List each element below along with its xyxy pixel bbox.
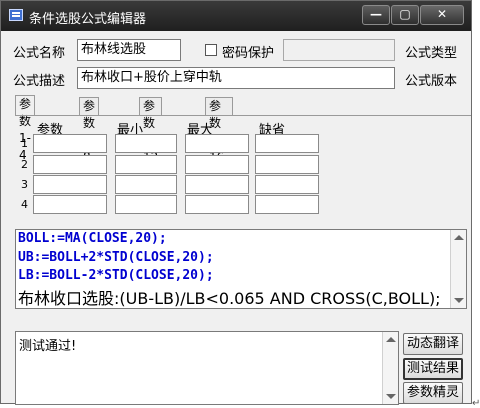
close-button[interactable]: ✕ — [420, 5, 464, 25]
param-wizard-button[interactable]: 参数精灵 — [403, 382, 463, 404]
password-protect-label: 密码保护 — [222, 46, 275, 61]
param-row-number: 3 — [21, 178, 28, 191]
param-2-max-cell[interactable] — [185, 155, 249, 174]
editor-scrollbar[interactable] — [450, 230, 466, 308]
param-4-name-cell[interactable] — [33, 195, 107, 214]
param-row-number: 4 — [21, 198, 28, 211]
formula-editor-window: 条件选股公式编辑器 — ▢ ✕ 公式名称 布林线选股 密码保护 公式类型 公式描… — [0, 0, 472, 405]
param-2-default-cell[interactable] — [255, 155, 319, 174]
param-1-name-cell[interactable] — [33, 134, 107, 153]
param-2-min-cell[interactable] — [115, 155, 177, 174]
formula-version-label: 公式版本 — [405, 74, 458, 89]
code-line: 布林收口选股:(UB-LB)/LB<0.065 AND CROSS(C,BOLL… — [18, 285, 441, 308]
code-line: LB:=BOLL-2*STD(CLOSE,20); — [18, 268, 214, 283]
code-line: UB:=BOLL+2*STD(CLOSE,20); — [18, 250, 214, 265]
test-result-button[interactable]: 测试结果 — [403, 358, 463, 380]
param-row-number: 2 — [21, 158, 28, 171]
formula-type-label: 公式类型 — [405, 46, 458, 61]
tab-params-5-8[interactable]: 参数5-8 — [79, 97, 100, 164]
param-4-default-cell[interactable] — [255, 195, 319, 214]
scroll-down-icon[interactable] — [454, 298, 464, 303]
code-token: LB:=BOLL-2*STD(CLOSE,20); — [18, 268, 214, 283]
param-row-number: 1 — [21, 137, 28, 150]
param-1-default-cell[interactable] — [255, 134, 319, 153]
dynamic-translate-button[interactable]: 动态翻译 — [403, 333, 463, 355]
param-1-min-cell[interactable] — [115, 134, 177, 153]
formula-description-input[interactable]: 布林收口+股价上穿中轨 — [77, 67, 395, 89]
test-output-panel[interactable]: 测试通过! — [15, 331, 399, 405]
formula-description-label: 公式描述 — [13, 74, 66, 89]
tab-params-13-16[interactable]: 参数13-16 — [205, 97, 233, 164]
scroll-up-icon[interactable] — [386, 337, 396, 342]
output-scrollbar[interactable] — [382, 332, 398, 404]
return-mark: ↵ — [472, 398, 480, 408]
scroll-up-icon[interactable] — [454, 235, 464, 240]
code-token: 布林收口选股:(UB-LB)/LB<0.065 AND CROSS(C,BOLL… — [18, 289, 441, 308]
app-icon — [9, 9, 23, 21]
formula-code-editor[interactable]: BOLL:=MA(CLOSE,20); UB:=BOLL+2*STD(CLOSE… — [15, 229, 467, 309]
param-3-max-cell[interactable] — [185, 175, 249, 194]
param-4-max-cell[interactable] — [185, 195, 249, 214]
code-line: BOLL:=MA(CLOSE,20); — [18, 231, 167, 246]
minimize-button[interactable]: — — [362, 5, 390, 25]
tab-params-9-12[interactable]: 参数9-12 — [139, 97, 163, 164]
test-output-message: 测试通过! — [19, 339, 77, 354]
param-1-max-cell[interactable] — [185, 134, 249, 153]
param-4-min-cell[interactable] — [115, 195, 177, 214]
scroll-down-icon[interactable] — [386, 394, 396, 399]
formula-name-label: 公式名称 — [13, 46, 66, 61]
code-token: BOLL:=MA(CLOSE,20); — [18, 231, 167, 246]
param-3-default-cell[interactable] — [255, 175, 319, 194]
param-3-min-cell[interactable] — [115, 175, 177, 194]
param-3-name-cell[interactable] — [33, 175, 107, 194]
window-title: 条件选股公式编辑器 — [29, 12, 147, 27]
param-2-name-cell[interactable] — [33, 155, 107, 174]
tab-params-1-4[interactable]: 参数1-4 — [15, 95, 36, 162]
title-bar[interactable]: 条件选股公式编辑器 — ▢ ✕ — [1, 1, 471, 31]
formula-name-input[interactable]: 布林线选股 — [77, 39, 181, 61]
password-input[interactable] — [283, 39, 395, 61]
password-protect-checkbox[interactable] — [205, 44, 217, 56]
maximize-button[interactable]: ▢ — [391, 5, 419, 25]
code-token: UB:=BOLL+2*STD(CLOSE,20); — [18, 250, 214, 265]
